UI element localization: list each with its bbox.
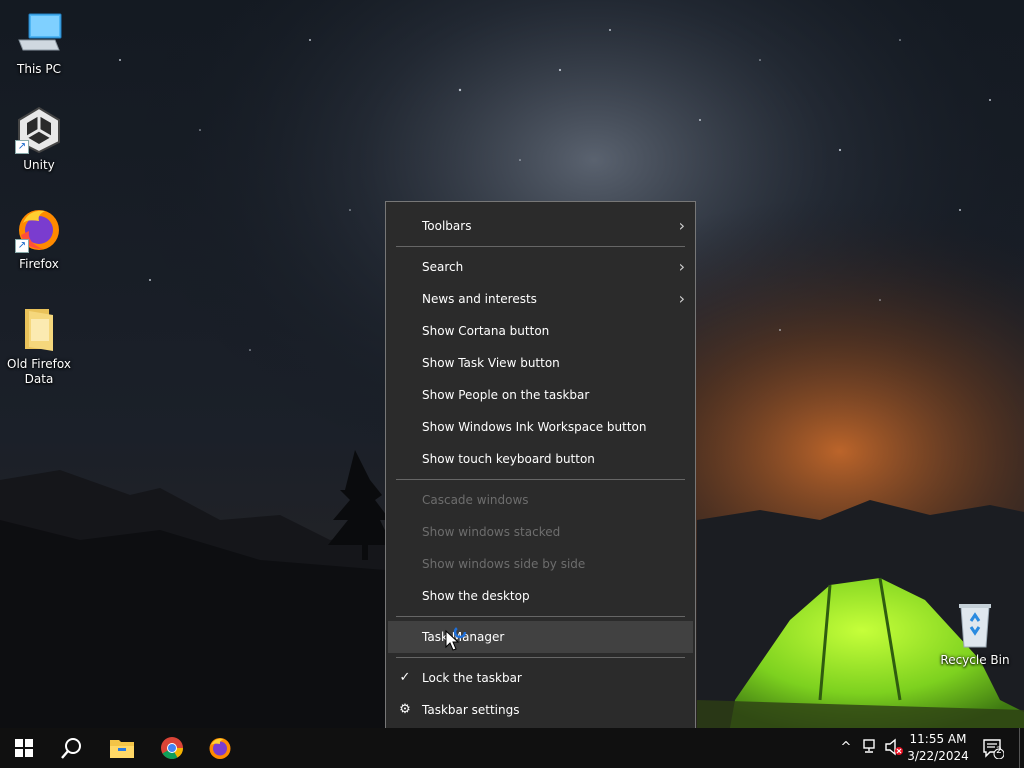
- taskbar-context-menu: Toolbars › Search › News and interests ›…: [385, 201, 696, 733]
- system-clock[interactable]: 11:55 AM 3/22/2024: [906, 731, 970, 765]
- show-desktop-button[interactable]: [1019, 728, 1020, 768]
- menu-item-label: Show touch keyboard button: [422, 452, 595, 466]
- menu-item-show-task-view-button[interactable]: Show Task View button: [388, 347, 693, 379]
- action-center-button[interactable]: 2: [982, 737, 1005, 760]
- menu-item-label: Show People on the taskbar: [422, 388, 590, 402]
- shortcut-arrow-icon: ↗: [15, 140, 29, 154]
- volume-muted-icon[interactable]: [884, 738, 904, 758]
- menu-item-taskbar-settings[interactable]: ⚙ Taskbar settings: [388, 694, 693, 726]
- computer-icon: [15, 10, 63, 58]
- menu-item-cascade-windows: Cascade windows: [388, 484, 693, 516]
- chrome-icon: [161, 737, 183, 759]
- menu-item-show-touch-keyboard-button[interactable]: Show touch keyboard button: [388, 443, 693, 475]
- network-icon[interactable]: [861, 738, 881, 758]
- menu-item-show-windows-stacked: Show windows stacked: [388, 516, 693, 548]
- taskbar-search-button[interactable]: [48, 728, 96, 768]
- firefox-icon: [209, 738, 231, 759]
- menu-item-label: News and interests: [422, 292, 537, 306]
- menu-item-label: Show windows stacked: [422, 525, 561, 539]
- menu-separator: [396, 246, 685, 247]
- desktop-icon-label: Recycle Bin: [940, 653, 1010, 667]
- desktop-icon-label: This PC: [17, 62, 61, 76]
- menu-item-label: Cascade windows: [422, 493, 529, 507]
- menu-item-label: Lock the taskbar: [422, 671, 522, 685]
- start-button[interactable]: [0, 728, 48, 768]
- menu-item-task-manager[interactable]: Task Manager: [388, 621, 693, 653]
- taskbar-file-explorer-button[interactable]: [98, 728, 146, 768]
- desktop-icon-label: Unity: [23, 158, 55, 172]
- clock-time: 11:55 AM: [909, 732, 967, 746]
- taskbar: ^ 11:55 AM 3/22/2024 2: [0, 728, 1024, 768]
- notification-count-badge: 2: [996, 746, 1002, 756]
- desktop-icon-firefox[interactable]: ↗ Firefox: [1, 205, 77, 272]
- desktop-icon-recycle-bin[interactable]: Recycle Bin: [937, 601, 1013, 668]
- menu-item-label: Show windows side by side: [422, 557, 586, 571]
- busy-cursor-icon: [444, 623, 476, 655]
- firefox-icon: ↗: [15, 205, 63, 253]
- menu-item-show-windows-side-by-side: Show windows side by side: [388, 548, 693, 580]
- folder-icon: [15, 305, 63, 353]
- recycle-bin-icon: [951, 601, 999, 649]
- desktop-icon-this-pc[interactable]: This PC: [1, 10, 77, 77]
- gear-icon: ⚙: [399, 702, 411, 717]
- unity-icon: ↗: [15, 106, 63, 154]
- menu-item-show-ink-workspace-button[interactable]: Show Windows Ink Workspace button: [388, 411, 693, 443]
- shortcut-arrow-icon: ↗: [15, 239, 29, 253]
- file-explorer-icon: [110, 740, 134, 758]
- menu-item-label: Search: [422, 260, 464, 274]
- menu-item-show-people[interactable]: Show People on the taskbar: [388, 379, 693, 411]
- menu-separator: [396, 657, 685, 658]
- menu-item-news-and-interests[interactable]: News and interests ›: [388, 283, 693, 315]
- menu-item-label: Toolbars: [422, 219, 472, 233]
- taskbar-firefox-button[interactable]: [196, 728, 244, 768]
- taskbar-chrome-button[interactable]: [148, 728, 196, 768]
- menu-separator: [396, 479, 685, 480]
- windows-start-icon: [15, 739, 33, 757]
- menu-separator: [396, 616, 685, 617]
- menu-item-show-the-desktop[interactable]: Show the desktop: [388, 580, 693, 612]
- desktop-icon-label: Old Firefox Data: [7, 357, 71, 386]
- menu-item-show-cortana-button[interactable]: Show Cortana button: [388, 315, 693, 347]
- chevron-right-icon: ›: [678, 216, 685, 235]
- menu-item-label: Taskbar settings: [422, 703, 520, 717]
- menu-item-label: Show Windows Ink Workspace button: [422, 420, 647, 434]
- checkmark-icon: ✓: [399, 670, 411, 685]
- show-hidden-icons-chevron-up-icon[interactable]: ^: [836, 738, 856, 758]
- desktop-icon-old-firefox-data[interactable]: Old Firefox Data: [1, 305, 77, 387]
- menu-item-label: Show the desktop: [422, 589, 530, 603]
- chevron-right-icon: ›: [678, 289, 685, 308]
- menu-item-search[interactable]: Search ›: [388, 251, 693, 283]
- desktop-icon-unity[interactable]: ↗ Unity: [1, 106, 77, 173]
- desktop-icon-label: Firefox: [19, 257, 59, 271]
- search-icon: [61, 738, 81, 759]
- menu-item-label: Show Task View button: [422, 356, 560, 370]
- menu-item-toolbars[interactable]: Toolbars ›: [388, 210, 693, 242]
- menu-item-lock-the-taskbar[interactable]: ✓ Lock the taskbar: [388, 662, 693, 694]
- menu-item-label: Show Cortana button: [422, 324, 550, 338]
- clock-date: 3/22/2024: [907, 749, 969, 763]
- chevron-right-icon: ›: [678, 257, 685, 276]
